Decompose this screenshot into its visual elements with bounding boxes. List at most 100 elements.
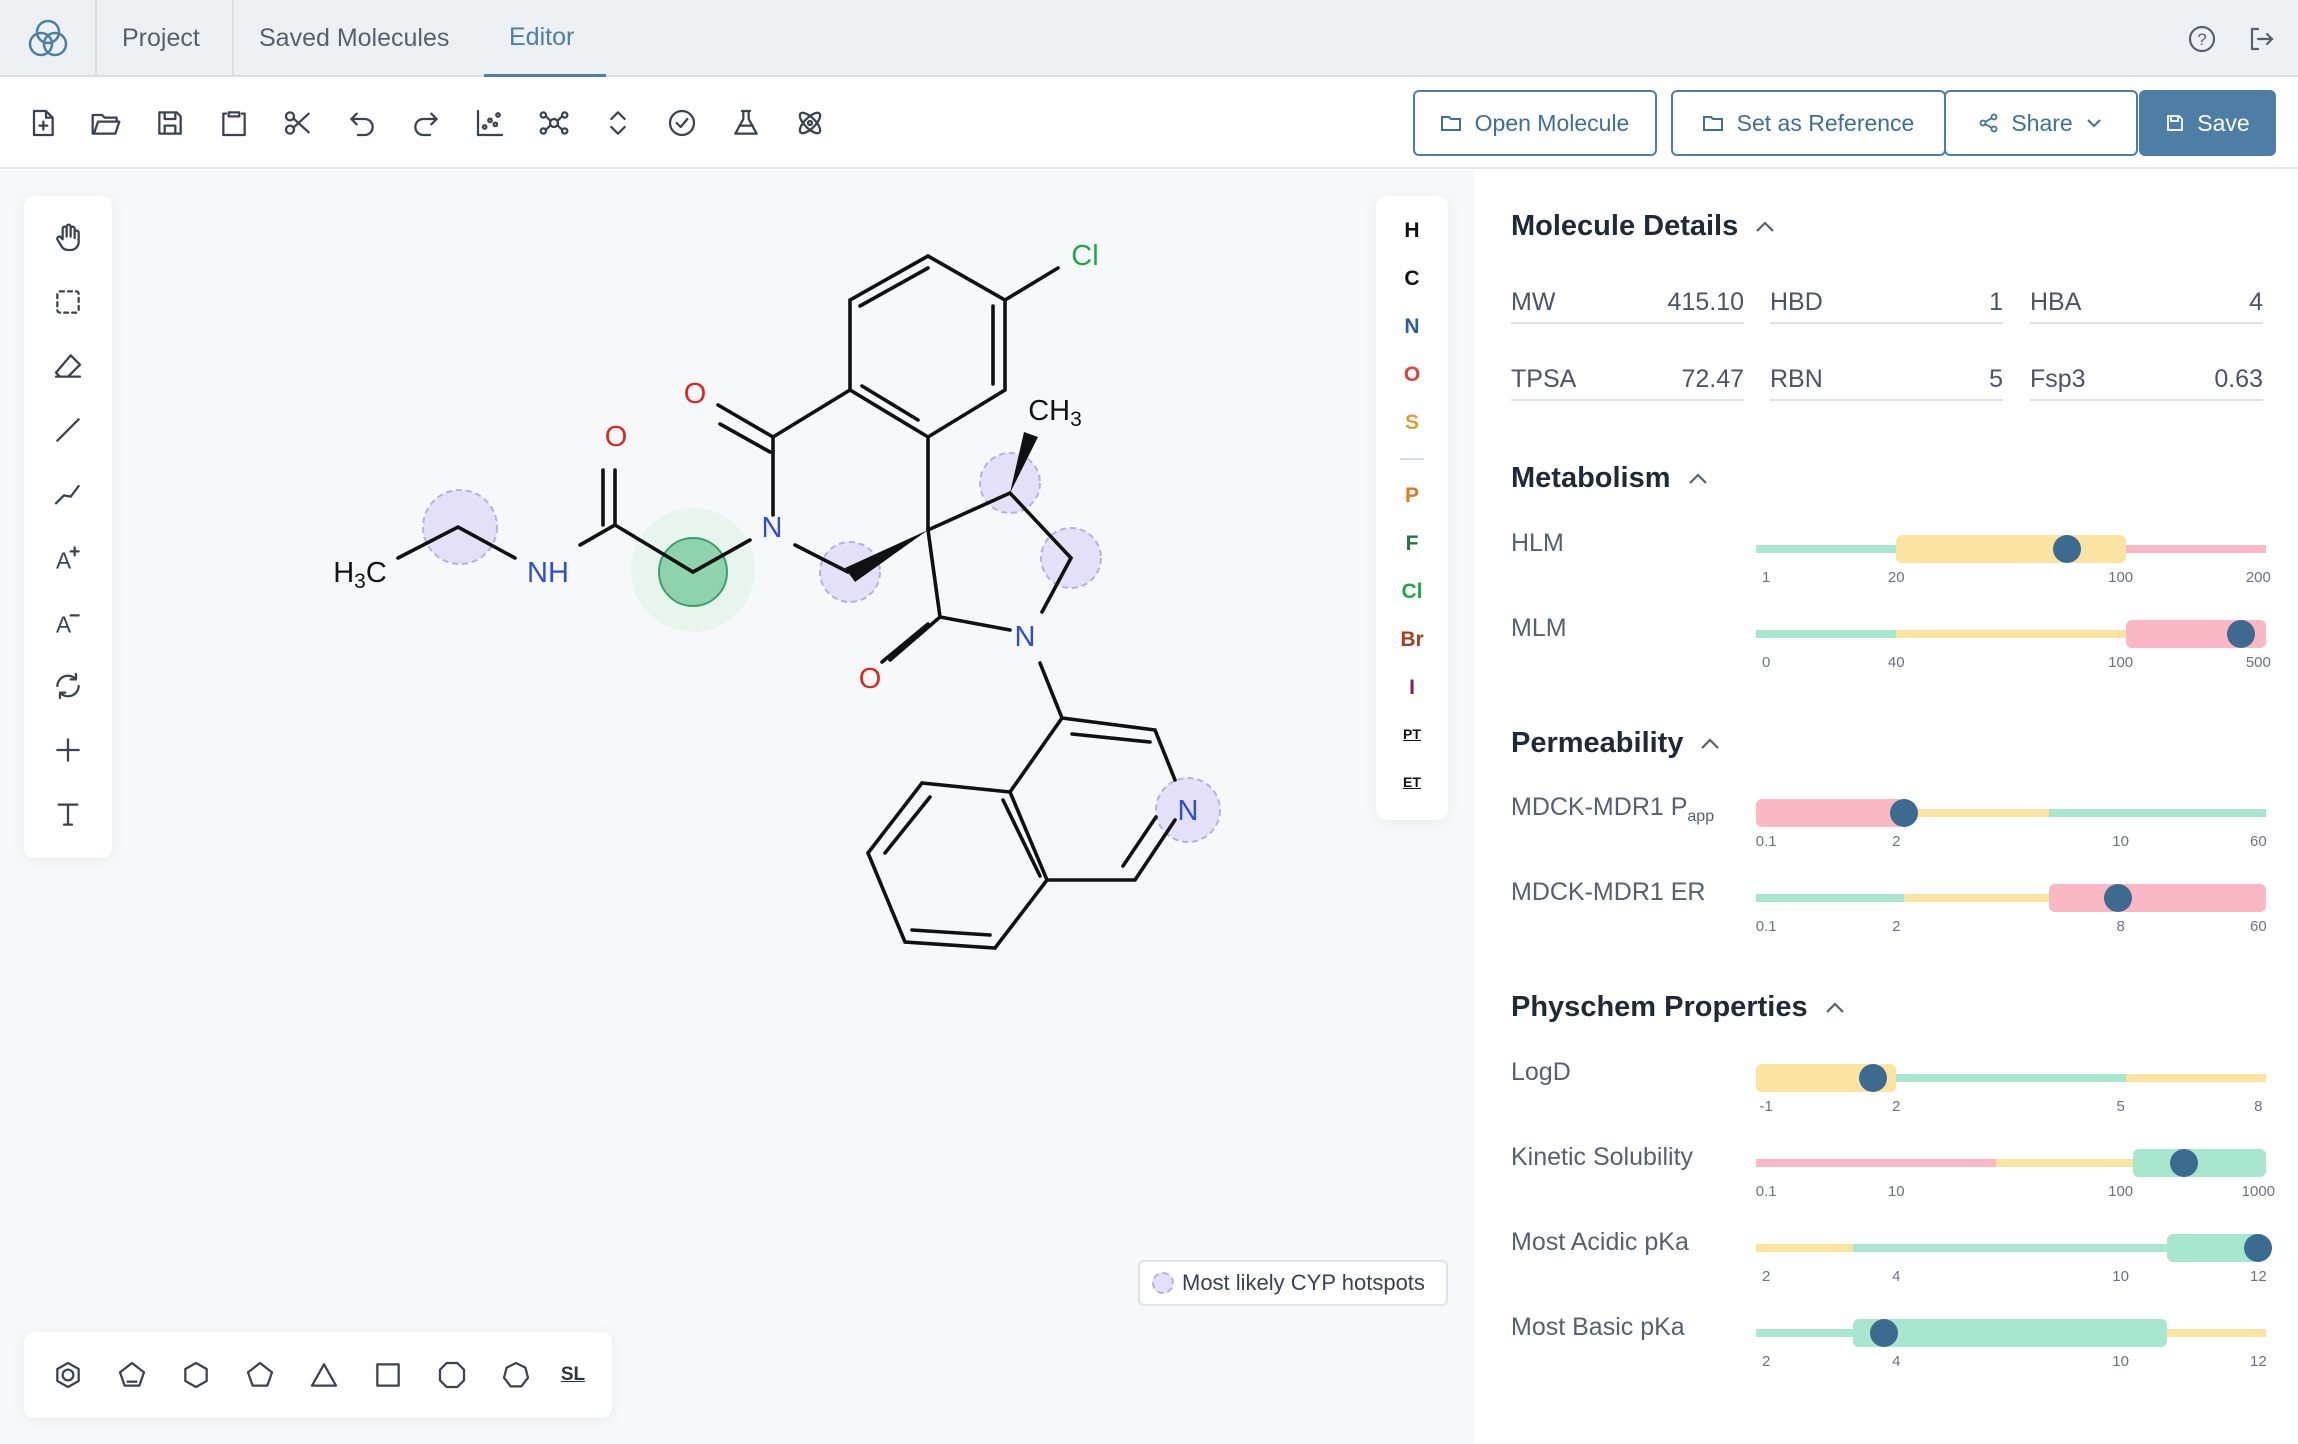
element-c[interactable]: C — [1376, 259, 1448, 299]
tick-label: 100 — [2108, 654, 2134, 671]
range-segment — [1756, 1244, 1853, 1252]
property-value: 0.63 — [2214, 364, 2263, 393]
increase-charge-icon[interactable]: A — [44, 534, 92, 582]
tick-label: 4 — [1892, 1353, 1901, 1370]
atom-n-pyrrolidine[interactable]: N — [1015, 621, 1036, 653]
atom-cl[interactable]: Cl — [1071, 240, 1098, 272]
element-br[interactable]: Br — [1376, 620, 1448, 660]
expand-collapse-icon[interactable] — [596, 101, 640, 145]
rotate-icon[interactable] — [44, 662, 92, 710]
open-molecule-button[interactable]: Open Molecule — [1413, 90, 1657, 156]
element-h[interactable]: H — [1376, 211, 1448, 251]
undo-icon[interactable] — [340, 101, 384, 145]
tick-label: 60 — [2250, 918, 2267, 935]
network-icon[interactable] — [532, 101, 576, 145]
property-name: HBA — [2030, 287, 2082, 316]
flask-icon[interactable] — [724, 101, 768, 145]
tab-project[interactable]: Project — [97, 0, 234, 77]
tick-label: 0.1 — [1755, 918, 1777, 935]
property-tpsa: TPSA 72.47 — [1511, 359, 1744, 401]
range-segment — [1756, 1159, 1996, 1167]
clipboard-icon[interactable] — [212, 101, 256, 145]
add-atom-icon[interactable] — [44, 726, 92, 774]
tick-label: 10 — [2112, 1268, 2129, 1285]
molecule-details-header[interactable]: Molecule Details — [1511, 210, 1778, 243]
value-marker — [2053, 535, 2082, 563]
scissors-icon[interactable] — [276, 101, 320, 145]
tick-label: 2 — [1892, 833, 1901, 850]
atom-nh[interactable]: NH — [527, 557, 569, 589]
decrease-charge-icon[interactable]: A — [44, 598, 92, 646]
atom-ch3[interactable]: CH3 — [1028, 395, 1082, 431]
legend-label: Most likely CYP hotspots — [1182, 1270, 1425, 1295]
eraser-icon[interactable] — [44, 342, 92, 390]
tab-saved-molecules[interactable]: Saved Molecules — [234, 0, 484, 77]
element-cl[interactable]: Cl — [1376, 572, 1448, 612]
cyclopropane-template-icon[interactable] — [301, 1352, 347, 1398]
atom-o-lactam[interactable]: O — [684, 378, 707, 410]
cyclopentane-template-icon[interactable] — [237, 1352, 283, 1398]
new-file-icon[interactable] — [20, 101, 64, 145]
value-marker — [1869, 1319, 1898, 1347]
cyclohexane-template-icon[interactable] — [173, 1352, 219, 1398]
selection-icon[interactable] — [44, 278, 92, 326]
tick-label: 0.1 — [1755, 1183, 1777, 1200]
logout-icon[interactable] — [2244, 22, 2278, 56]
element-p[interactable]: P — [1376, 476, 1448, 516]
element-et[interactable]: ET — [1376, 762, 1448, 802]
share-button[interactable]: Share — [1944, 90, 2138, 156]
app-logo[interactable] — [0, 0, 97, 77]
atom-o-pyrrolidinone[interactable]: O — [859, 663, 882, 695]
predicted-range-band — [2049, 884, 2266, 912]
cyclopentadiene-template-icon[interactable] — [109, 1352, 155, 1398]
metric-name: MLM — [1511, 614, 1567, 642]
atom-o-amide[interactable]: O — [605, 421, 628, 453]
set-as-reference-button[interactable]: Set as Reference — [1671, 90, 1946, 156]
save-button[interactable]: Save — [2139, 90, 2276, 156]
element-pt[interactable]: PT — [1376, 714, 1448, 754]
tick-label: 5 — [2116, 1098, 2125, 1115]
element-o[interactable]: O — [1376, 355, 1448, 395]
benzene-template-icon[interactable] — [45, 1352, 91, 1398]
metric-label: MDCK-MDR1 Papp — [1511, 793, 1714, 826]
metric-name: Most Acidic pKa — [1511, 1228, 1689, 1256]
tab-editor[interactable]: Editor — [484, 0, 606, 77]
element-i[interactable]: I — [1376, 668, 1448, 708]
atom-n-ring[interactable]: N — [762, 512, 783, 544]
atom-h3c[interactable]: H3C — [333, 557, 387, 593]
shape-shortcut-label[interactable]: SL — [550, 1352, 596, 1398]
cyclooctane-template-icon[interactable] — [429, 1352, 475, 1398]
physchem-header[interactable]: Physchem Properties — [1511, 991, 1848, 1024]
check-circle-icon[interactable] — [660, 101, 704, 145]
scatter-plot-icon[interactable] — [468, 101, 512, 145]
atom-icon[interactable] — [788, 101, 832, 145]
chain-icon[interactable] — [44, 470, 92, 518]
property-value: 4 — [2249, 287, 2263, 316]
folder-icon — [1440, 116, 1461, 131]
metric-label: Kinetic Solubility — [1511, 1143, 1693, 1172]
property-hbd: HBD 1 — [1770, 282, 2003, 324]
element-f[interactable]: F — [1376, 524, 1448, 564]
element-n[interactable]: N — [1376, 307, 1448, 347]
element-s[interactable]: S — [1376, 403, 1448, 443]
range-segment — [1903, 894, 2050, 902]
cyclobutane-template-icon[interactable] — [365, 1352, 411, 1398]
metric-range-bar: 0.1 2 8 60 — [1756, 884, 2267, 935]
property-value: 5 — [1989, 364, 2003, 393]
help-icon[interactable]: ? — [2185, 22, 2219, 56]
tick-label: 0.1 — [1755, 833, 1777, 850]
atom-n-isoquinoline[interactable]: N — [1178, 795, 1199, 827]
molecule-structure[interactable]: H3C NH O O N N O N Cl CH3 — [300, 230, 1280, 980]
open-folder-icon[interactable] — [84, 101, 128, 145]
save-disk-icon[interactable] — [148, 101, 192, 145]
cycloheptane-template-icon[interactable] — [493, 1352, 539, 1398]
chevron-down-icon — [2086, 119, 2101, 128]
redo-icon[interactable] — [404, 101, 448, 145]
text-tool-icon[interactable] — [44, 790, 92, 838]
save-label: Save — [2197, 109, 2250, 136]
single-bond-icon[interactable] — [44, 406, 92, 454]
tick-label: 2 — [1892, 1098, 1901, 1115]
hand-icon[interactable] — [44, 214, 92, 262]
metabolism-header[interactable]: Metabolism — [1511, 462, 1711, 495]
permeability-header[interactable]: Permeability — [1511, 727, 1723, 760]
